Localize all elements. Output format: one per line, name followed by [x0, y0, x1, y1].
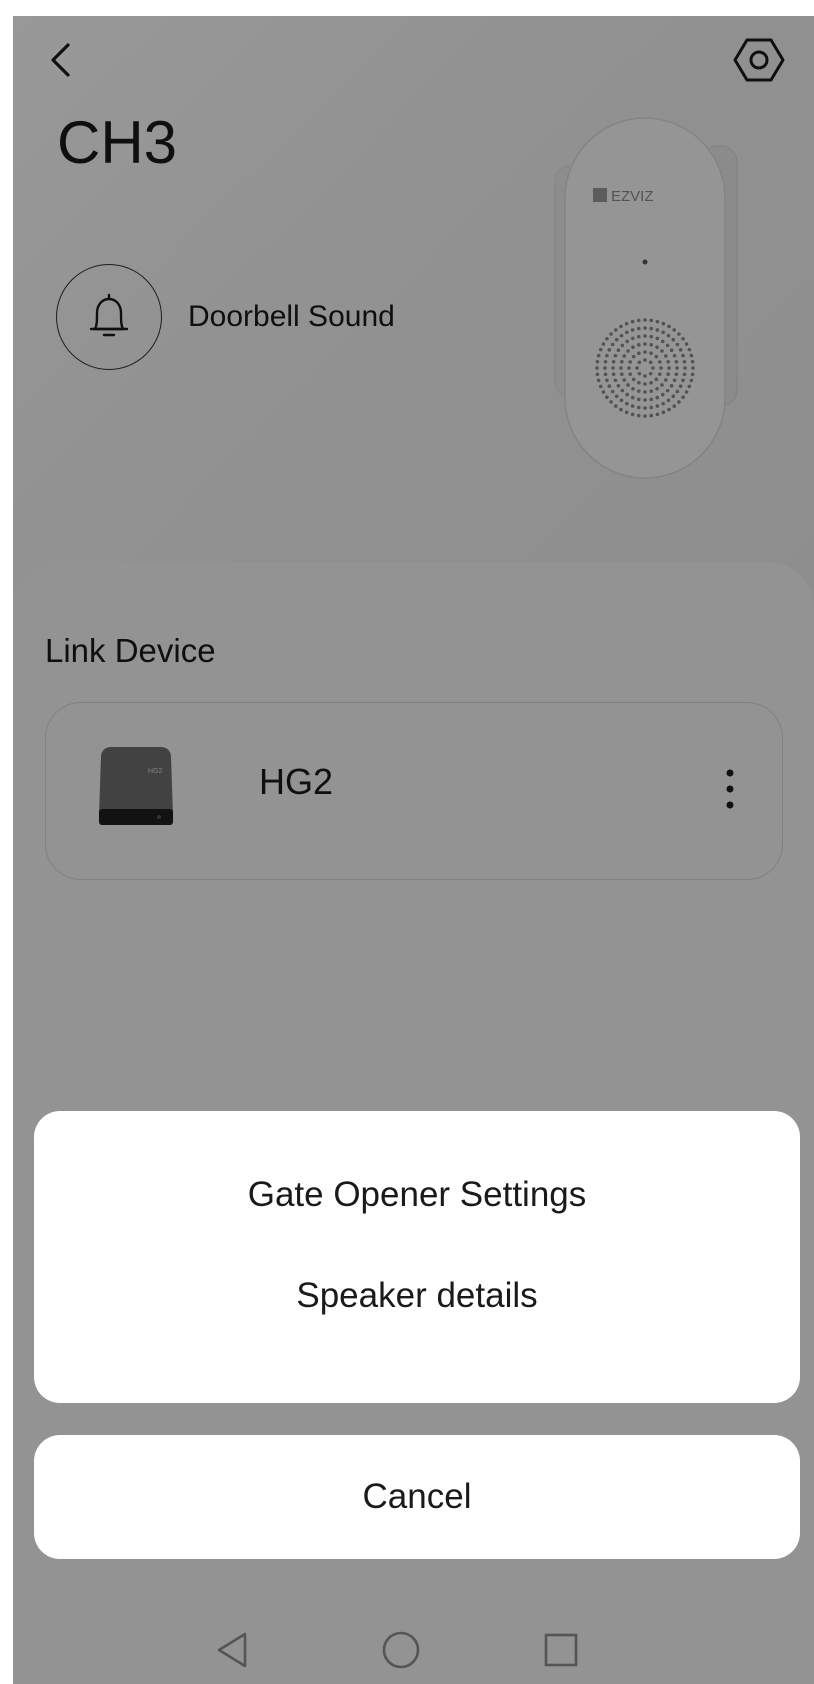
gate-opener-settings-option[interactable]: Gate Opener Settings	[34, 1175, 800, 1215]
circle-home-icon	[382, 1631, 420, 1669]
modal-overlay[interactable]	[13, 16, 814, 1684]
triangle-back-icon	[217, 1632, 247, 1668]
speaker-details-option[interactable]: Speaker details	[34, 1276, 800, 1316]
screen: CH3 Doorbell Sound EZVIZ Link Device HG2	[13, 16, 814, 1684]
nav-recents-button[interactable]	[539, 1628, 583, 1672]
nav-back-button[interactable]	[211, 1628, 255, 1672]
nav-home-button[interactable]	[379, 1628, 423, 1672]
cancel-button[interactable]: Cancel	[34, 1435, 800, 1559]
square-recents-icon	[544, 1633, 578, 1667]
action-sheet: Gate Opener Settings Speaker details	[34, 1111, 800, 1403]
